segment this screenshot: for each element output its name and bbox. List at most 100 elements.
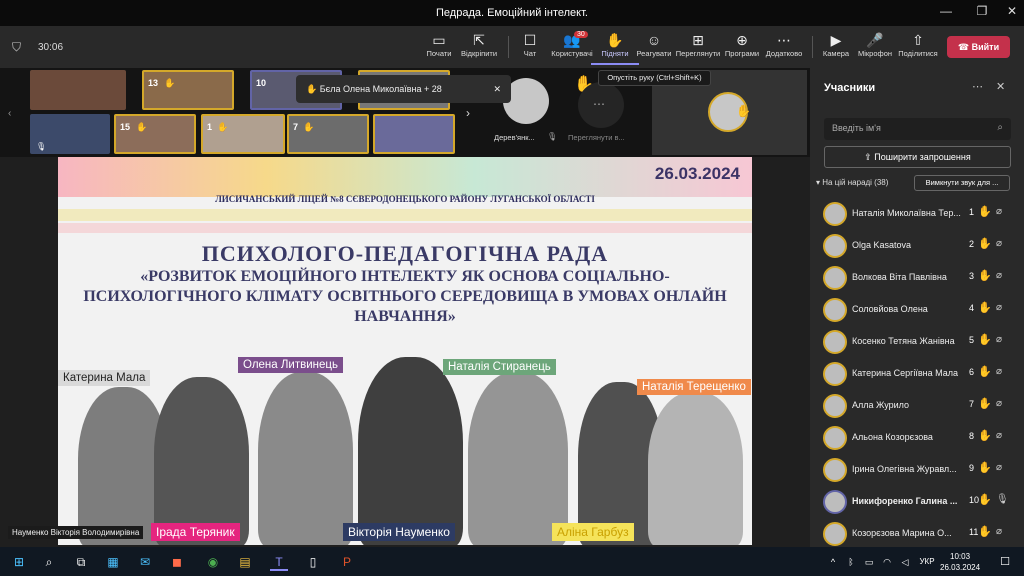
mic-off-icon: ⌀ — [996, 430, 1003, 441]
bluetooth-icon[interactable]: ᛒ — [844, 553, 858, 571]
popout-icon: ⇱ — [473, 32, 485, 48]
share-button[interactable]: ⇧ Поділитися — [894, 31, 942, 65]
slide-subtitle: «РОЗВИТОК ЕМОЦІЙНОГО ІНТЕЛЕКТУ ЯК ОСНОВА… — [83, 268, 727, 325]
participant-row[interactable]: Катерина Сергіївна Мала 6 ✋ ⌀ — [810, 357, 1024, 389]
video-tile[interactable]: 1 ✋ — [201, 114, 285, 154]
unpin-button[interactable]: ⇱ Відкріпити — [455, 31, 503, 65]
decor-stripe — [58, 157, 752, 197]
section-header[interactable]: ▾ На цій нараді (38) — [816, 178, 888, 187]
mail-icon[interactable]: ✉ — [136, 553, 154, 571]
share-invite-button[interactable]: ⇪ Поширити запрошення — [824, 146, 1011, 168]
strip-next-icon[interactable]: › — [466, 106, 470, 120]
participant-row[interactable]: Olga Kasatova 2 ✋ ⌀ — [810, 229, 1024, 261]
meeting-toolbar: ⛉ 30:06 ▭ Почати ⇱ Відкріпити ☐ Чат 👥 30 Кори… — [0, 26, 1024, 68]
teams-icon[interactable]: T — [270, 553, 288, 571]
slide-date: 26.03.2024 — [654, 164, 740, 183]
chrome-icon[interactable]: ◉ — [204, 553, 222, 571]
more-icon[interactable]: ⋯ — [972, 80, 983, 93]
hand-icon: ✋ — [136, 122, 148, 132]
video-tile[interactable]: 13 ✋ — [142, 70, 234, 110]
video-tile[interactable]: 15 ✋ — [114, 114, 196, 154]
people-button[interactable]: 👥 30 Користувачі — [548, 31, 596, 65]
volume-icon[interactable]: ◁ — [898, 553, 912, 571]
video-tile[interactable]: 🎙 — [30, 114, 110, 154]
chevron-up-icon[interactable]: ^ — [826, 553, 840, 571]
more-button[interactable]: ⋯ Додатково — [760, 31, 808, 65]
participant-row[interactable]: Ірина Олегівна Журавл... 9 ✋ ⌀ — [810, 453, 1024, 485]
minimize-button[interactable]: — — [934, 4, 958, 22]
portrait-photo — [468, 372, 568, 545]
react-button[interactable]: ☺ Реагувати — [630, 31, 678, 65]
more-participants-icon[interactable]: ⋯ — [578, 82, 624, 128]
clock[interactable]: 10:03 26.03.2024 — [940, 551, 980, 573]
hand-icon: ✋ — [164, 78, 176, 88]
video-tile[interactable] — [373, 114, 455, 154]
avatar — [823, 522, 847, 546]
view-all-link[interactable]: Переглянути в... — [568, 133, 625, 142]
shared-slide: 26.03.2024 ЛИСИЧАНСЬКИЙ ЛІЦЕЙ №8 СЄВЕРОД… — [58, 157, 752, 545]
search-input[interactable]: Введіть ім'я ⌕ — [824, 118, 1011, 140]
search-icon[interactable]: ⌕ — [40, 553, 58, 571]
video-tile[interactable]: 7 ✋ — [287, 114, 369, 154]
network-icon[interactable]: ▭ — [862, 553, 876, 571]
hand-icon: ✋ — [978, 270, 992, 282]
office-icon[interactable]: ◼ — [168, 553, 186, 571]
mute-all-button[interactable]: Вимкнути звук для ... — [914, 175, 1010, 191]
mic-icon: 🎙 — [996, 494, 1009, 505]
leave-button[interactable]: ☎ Вийти — [947, 36, 1010, 58]
hand-icon: ✋ — [978, 526, 992, 538]
wifi-icon[interactable]: ◠ — [880, 553, 894, 571]
hand-icon: ✋ — [306, 84, 320, 94]
avatar — [823, 362, 847, 386]
raised-hands-toast[interactable]: ✋ Бєла Олена Миколаївна + 28 ✕ — [296, 75, 511, 103]
powerpoint-icon[interactable]: P — [338, 553, 356, 571]
participant-row[interactable]: Наталія Миколаївна Тер... 1 ✋ ⌀ — [810, 197, 1024, 229]
view-button[interactable]: ⊞ Переглянути — [674, 31, 722, 65]
strip-prev-icon[interactable]: ‹ — [8, 108, 11, 119]
participant-row[interactable]: Альона Козорєзова 8 ✋ ⌀ — [810, 421, 1024, 453]
name-label: Аліна Гарбуз — [552, 523, 634, 541]
title-bar: Педрада. Емоційний інтелект. — ❐ ✕ — [0, 0, 1024, 26]
name-label: Ірада Теряник — [151, 523, 240, 541]
apps-icon: ⊕ — [736, 32, 748, 48]
hand-icon: ✋ — [978, 494, 992, 506]
file-icon[interactable]: ▯ — [304, 553, 322, 571]
participant-row[interactable]: Косенко Тетяна Жанівна 5 ✋ ⌀ — [810, 325, 1024, 357]
notifications-icon[interactable]: ☐ — [996, 553, 1014, 571]
close-icon[interactable]: ✕ — [493, 75, 501, 103]
restore-button[interactable]: ❐ — [970, 4, 994, 22]
meeting-timer: 30:06 — [38, 42, 64, 53]
avatar — [823, 394, 847, 418]
participant-name: Дерев'янк... — [494, 133, 535, 142]
people-icon: 👥 — [563, 32, 581, 48]
participant-row[interactable]: Никифоренко Галина ... 10 ✋ 🎙 — [810, 485, 1024, 517]
video-tile[interactable] — [30, 70, 126, 110]
windows-start-icon[interactable]: ⊞ — [10, 553, 28, 571]
participant-row[interactable]: Козорєзова Марина О... 11 ✋ ⌀ — [810, 517, 1024, 549]
hand-icon: ✋ — [217, 122, 229, 132]
mic-button[interactable]: 🎤 Мікрофон — [851, 31, 899, 65]
chat-button[interactable]: ☐ Чат — [506, 31, 554, 65]
apps-button[interactable]: ⊕ Програми — [718, 31, 766, 65]
mic-off-icon: ⌀ — [996, 398, 1003, 409]
name-label: Вікторія Науменко — [343, 523, 455, 541]
participant-row[interactable]: Алла Журило 7 ✋ ⌀ — [810, 389, 1024, 421]
mic-off-icon: 🎙 — [36, 142, 47, 151]
store-icon[interactable]: ▦ — [104, 553, 122, 571]
slide-title: ПСИХОЛОГО-ПЕДАГОГІЧНА РАДА — [201, 241, 609, 266]
people-count-badge: 30 — [574, 31, 588, 38]
participant-row[interactable]: Соловйова Олена 4 ✋ ⌀ — [810, 293, 1024, 325]
decor-stripe — [58, 209, 752, 221]
name-label: Наталія Терещенко — [637, 379, 751, 395]
avatar — [823, 490, 847, 514]
portrait-photo — [648, 392, 743, 545]
explorer-icon[interactable]: ▤ — [236, 553, 254, 571]
task-view-icon[interactable]: ⧉ — [72, 553, 90, 571]
close-window-button[interactable]: ✕ — [1000, 4, 1024, 22]
participant-row[interactable]: Волкова Віта Павлівна 3 ✋ ⌀ — [810, 261, 1024, 293]
mic-off-icon: ⌀ — [996, 270, 1003, 281]
close-icon[interactable]: ✕ — [996, 80, 1005, 93]
language-indicator[interactable]: УКР — [916, 553, 938, 571]
window-title: Педрада. Емоційний інтелект. — [436, 7, 588, 19]
mic-off-icon: ⌀ — [996, 462, 1003, 473]
